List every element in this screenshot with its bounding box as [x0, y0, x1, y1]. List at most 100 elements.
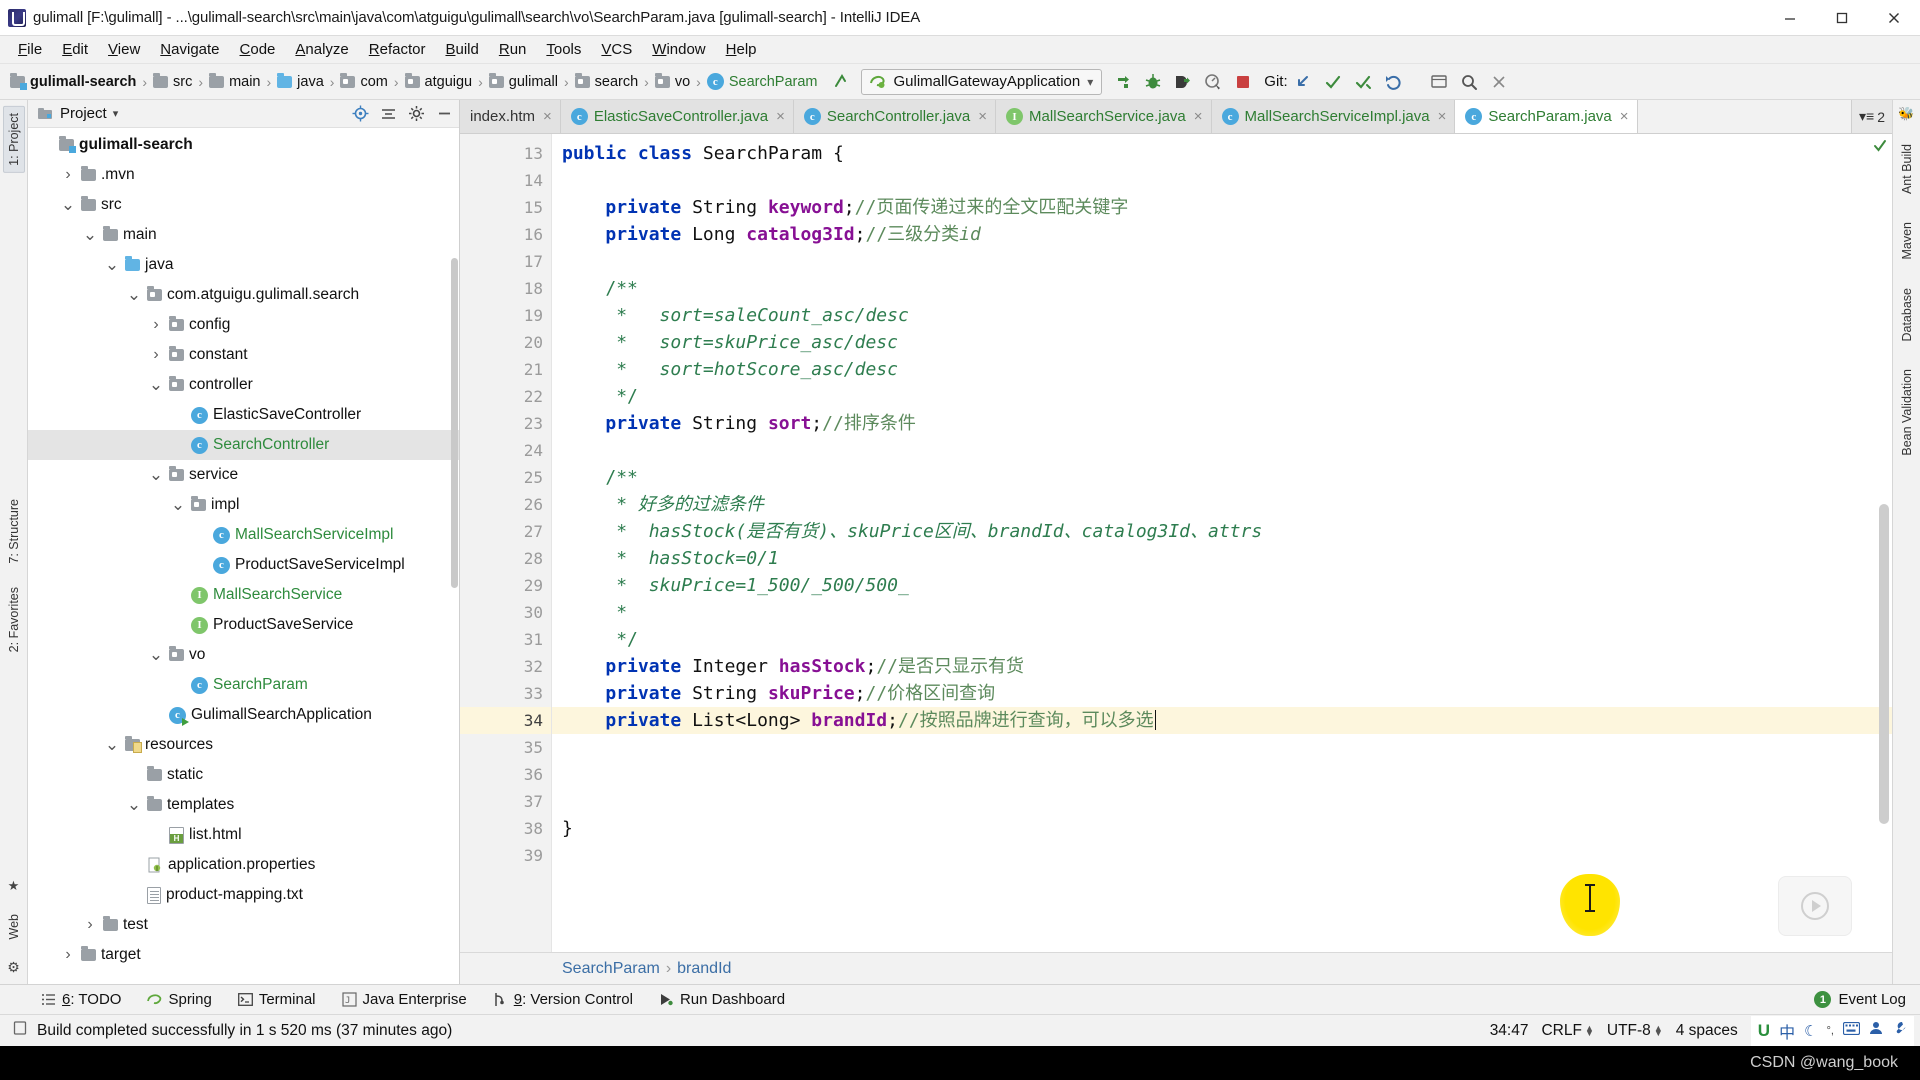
gutter-line-number[interactable]: 39: [460, 842, 551, 869]
menu-item-code[interactable]: Code: [230, 38, 286, 61]
gutter-line-number[interactable]: 25−: [460, 464, 564, 491]
breadcrumb-item-src[interactable]: src: [149, 72, 196, 92]
rollback-icon[interactable]: [1378, 68, 1408, 96]
code-line[interactable]: *: [552, 599, 1892, 626]
chevron-right-icon[interactable]: ›: [60, 946, 76, 964]
tree-node-gulimall-search[interactable]: gulimall-search: [28, 130, 459, 160]
update-project-icon[interactable]: [1288, 68, 1318, 96]
menu-item-vcs[interactable]: VCS: [591, 38, 642, 61]
code-line[interactable]: * hasStock(是否有货)、skuPrice区间、brandId、cata…: [552, 518, 1892, 545]
gutter-line-number[interactable]: 34: [460, 707, 574, 734]
close-nav-icon[interactable]: [1484, 68, 1514, 96]
editor-gutter[interactable]: 131415161718−19202122−232425−26272829303…: [460, 134, 574, 952]
tree-node-service[interactable]: ⌄ service: [28, 460, 459, 490]
chevron-down-icon[interactable]: ⌄: [148, 466, 164, 483]
gutter-line-number[interactable]: 33: [460, 680, 551, 707]
gutter-line-number[interactable]: 36: [460, 761, 551, 788]
gutter-line-number[interactable]: 21: [460, 356, 551, 383]
gutter-line-number[interactable]: 15: [460, 194, 551, 221]
push-icon[interactable]: [1348, 68, 1378, 96]
editor-tab-mallsearchservice-java[interactable]: I MallSearchService.java ×: [996, 100, 1212, 133]
chevron-down-icon[interactable]: ⌄: [148, 646, 164, 663]
gutter-line-number[interactable]: 28: [460, 545, 551, 572]
editor-tab-elasticsavecontroller-java[interactable]: c ElasticSaveController.java ×: [560, 100, 794, 133]
code-line[interactable]: [552, 248, 1892, 275]
close-icon[interactable]: ×: [1620, 108, 1629, 125]
gutter-line-number[interactable]: 22−: [460, 383, 564, 410]
tree-node-controller[interactable]: ⌄ controller: [28, 370, 459, 400]
editor-tab-overflow-button[interactable]: ▾≡ 2: [1851, 100, 1892, 133]
code-line[interactable]: }: [552, 815, 1892, 842]
stop-icon[interactable]: [1228, 68, 1258, 96]
code-line[interactable]: */: [552, 626, 1892, 653]
ime-u-icon[interactable]: U: [1758, 1021, 1770, 1041]
tree-node-searchparam[interactable]: c SearchParam: [28, 670, 459, 700]
chevron-down-icon[interactable]: ⌄: [104, 736, 120, 753]
editor-breadcrumb-class[interactable]: SearchParam: [562, 960, 660, 978]
close-icon[interactable]: ×: [776, 108, 785, 125]
run-configuration-selector[interactable]: GulimallGatewayApplication ▾: [861, 68, 1103, 95]
line-separator-selector[interactable]: CRLF ▲ ▼: [1541, 1022, 1593, 1040]
code-line[interactable]: private String sort;//排序条件: [552, 410, 1892, 437]
menu-item-file[interactable]: File: [8, 38, 52, 61]
tree-node-java[interactable]: ⌄ java: [28, 250, 459, 280]
tool-window-button-9-version-control[interactable]: 9: Version Control: [480, 988, 646, 1011]
code-line[interactable]: [552, 761, 1892, 788]
tool-window-button-6-todo[interactable]: 6: TODO: [28, 988, 134, 1011]
gutter-line-number[interactable]: 18−: [460, 275, 564, 302]
code-line[interactable]: * hasStock=0/1: [552, 545, 1892, 572]
close-icon[interactable]: ×: [543, 108, 552, 125]
sidebar-item-database[interactable]: Database: [1897, 282, 1917, 348]
gutter-line-number[interactable]: 14: [460, 167, 551, 194]
tree-node-src[interactable]: ⌄ src: [28, 190, 459, 220]
gutter-line-number[interactable]: 13: [460, 140, 551, 167]
tree-node-gulimallsearchapplication[interactable]: c GulimallSearchApplication: [28, 700, 459, 730]
user-icon[interactable]: [1869, 1021, 1883, 1040]
keyboard-icon[interactable]: [1842, 1021, 1861, 1040]
tree-node-static[interactable]: static: [28, 760, 459, 790]
hide-panel-icon[interactable]: [435, 105, 453, 123]
code-line[interactable]: [552, 842, 1892, 869]
close-button[interactable]: [1868, 0, 1920, 36]
code-line[interactable]: * skuPrice=1_500/_500/500_: [552, 572, 1892, 599]
menu-item-tools[interactable]: Tools: [536, 38, 591, 61]
code-line[interactable]: * sort=skuPrice_asc/desc: [552, 329, 1892, 356]
code-line[interactable]: private List<Long> brandId;//按照品牌进行查询，可以…: [552, 707, 1892, 734]
degree-icon[interactable]: °,: [1827, 1025, 1834, 1037]
make-project-icon[interactable]: [827, 68, 857, 96]
code-line[interactable]: [552, 788, 1892, 815]
chevron-down-icon[interactable]: ⌄: [126, 286, 142, 303]
tree-node-target[interactable]: › target: [28, 940, 459, 970]
tool-window-button-java-enterprise[interactable]: J Java Enterprise: [329, 988, 480, 1011]
close-icon[interactable]: ×: [1194, 108, 1203, 125]
code-line[interactable]: * sort=saleCount_asc/desc: [552, 302, 1892, 329]
tree-node-constant[interactable]: › constant: [28, 340, 459, 370]
gutter-line-number[interactable]: 31−: [460, 626, 564, 653]
breadcrumb-item-gulimall-search[interactable]: gulimall-search: [6, 72, 140, 92]
chevron-down-icon[interactable]: ⌄: [148, 376, 164, 393]
gutter-line-number[interactable]: 32: [460, 653, 551, 680]
tree-node-application-properties[interactable]: application.properties: [28, 850, 459, 880]
editor-tab-searchcontroller-java[interactable]: c SearchController.java ×: [793, 100, 997, 133]
chevron-right-icon[interactable]: ›: [82, 916, 98, 934]
gutter-line-number[interactable]: 27: [460, 518, 551, 545]
gutter-line-number[interactable]: 24: [460, 437, 551, 464]
editor-scrollbar[interactable]: [1879, 504, 1889, 824]
gear-icon[interactable]: [407, 105, 425, 123]
menu-item-window[interactable]: Window: [642, 38, 715, 61]
moon-icon[interactable]: ☾: [1804, 1022, 1817, 1040]
sidebar-item-maven[interactable]: Maven: [1897, 216, 1917, 266]
gutter-line-number[interactable]: 17: [460, 248, 551, 275]
gutter-line-number[interactable]: 37: [460, 788, 551, 815]
settings-gear-icon[interactable]: ⚙: [7, 959, 20, 976]
close-icon[interactable]: ×: [1438, 108, 1447, 125]
sidebar-item-structure[interactable]: 7: Structure: [4, 493, 24, 570]
tree-node--mvn[interactable]: › .mvn: [28, 160, 459, 190]
code-line[interactable]: /**: [552, 275, 1892, 302]
breadcrumb-item-main[interactable]: main: [205, 72, 264, 92]
code-line[interactable]: private Long catalog3Id;//三级分类id: [552, 221, 1892, 248]
project-tree[interactable]: gulimall-search › .mvn ⌄ src ⌄ main ⌄ java ⌄ com.a…: [28, 128, 459, 984]
tree-node-config[interactable]: › config: [28, 310, 459, 340]
search-everywhere-icon[interactable]: [1454, 68, 1484, 96]
gutter-line-number[interactable]: 30: [460, 599, 551, 626]
